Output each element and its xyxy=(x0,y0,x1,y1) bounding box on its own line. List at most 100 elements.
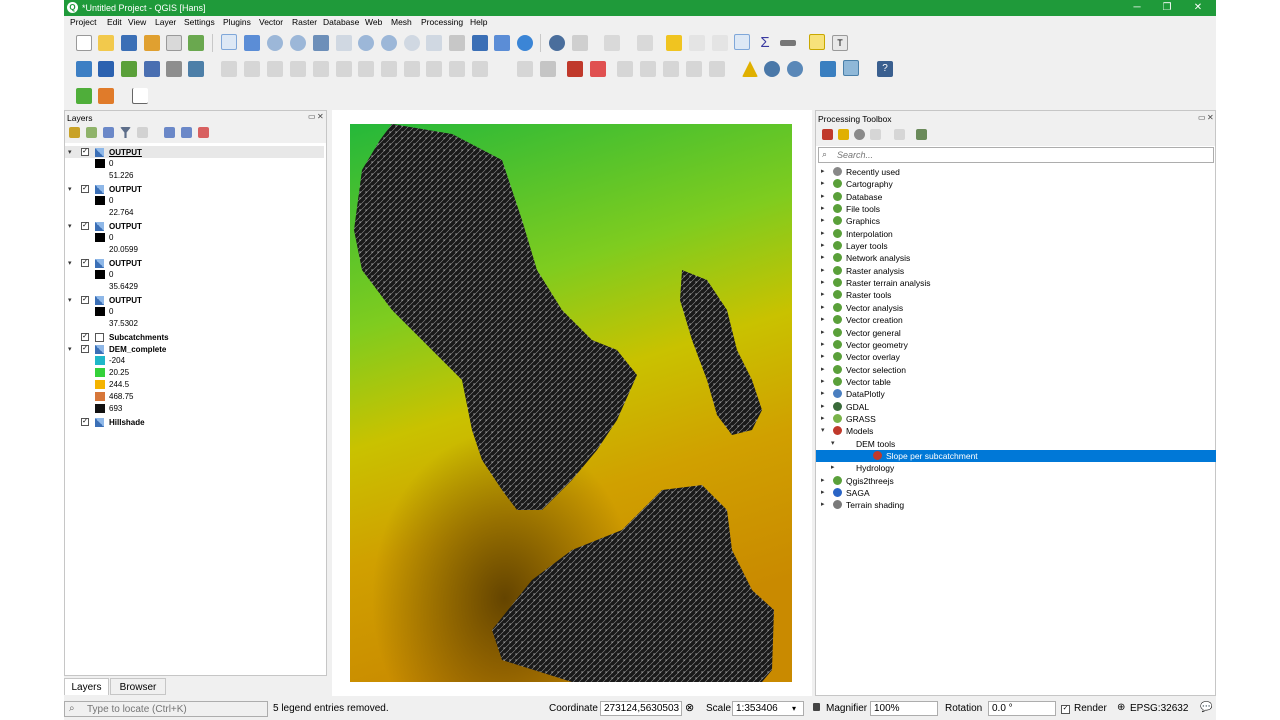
layer-visibility-checkbox[interactable]: ✓ xyxy=(81,222,89,230)
cut-features-icon[interactable] xyxy=(381,61,397,77)
magnifier-spinbox[interactable]: 100% xyxy=(870,701,938,716)
toolbox-provider-item[interactable]: ▸ Interpolation xyxy=(816,228,1216,240)
crs-button[interactable]: EPSG:32632 xyxy=(1130,703,1188,714)
menu-database[interactable]: Database xyxy=(323,17,359,27)
pan-to-selection-icon[interactable] xyxy=(244,35,260,51)
menu-plugins[interactable]: Plugins xyxy=(223,17,251,27)
scripts-menu-icon[interactable] xyxy=(838,129,849,140)
remove-layer-icon[interactable] xyxy=(198,127,209,138)
expand-arrow-icon[interactable]: ▸ xyxy=(821,353,828,360)
data-source-manager-icon[interactable] xyxy=(76,61,92,77)
new-geopackage-layer-icon[interactable] xyxy=(98,61,114,77)
expand-arrow-icon[interactable]: ▸ xyxy=(821,193,828,200)
menu-layer[interactable]: Layer xyxy=(155,17,176,27)
map-tips-icon[interactable] xyxy=(809,34,825,50)
collapse-arrow-icon[interactable]: ▾ xyxy=(68,297,75,304)
coordinate-field[interactable]: 273124,5630503 xyxy=(600,701,682,716)
redo-icon[interactable] xyxy=(472,61,488,77)
zoom-native-icon[interactable] xyxy=(381,35,397,51)
save-edits-icon[interactable] xyxy=(267,61,283,77)
toolbox-group-item[interactable]: ▾ DEM tools xyxy=(816,438,1216,450)
layer-row-output-3[interactable]: ▾ ✓ OUTPUT xyxy=(64,220,324,232)
toolbox-provider-item[interactable]: ▸ Raster tools xyxy=(816,289,1216,301)
collapse-arrow-icon[interactable]: ▾ xyxy=(68,260,75,267)
expand-arrow-icon[interactable]: ▸ xyxy=(821,230,828,237)
results-viewer-icon[interactable] xyxy=(870,129,881,140)
zoom-to-selection-icon[interactable] xyxy=(336,35,352,51)
layer-visibility-checkbox[interactable]: ✓ xyxy=(81,333,89,341)
show-hide-labels-icon[interactable] xyxy=(590,61,606,77)
collapse-arrow-icon[interactable]: ▾ xyxy=(68,346,75,353)
toolbox-provider-item[interactable]: ▸ DataPlotly xyxy=(816,388,1216,400)
menu-mesh[interactable]: Mesh xyxy=(391,17,412,27)
layer-row-output-4[interactable]: ▾ ✓ OUTPUT xyxy=(64,257,324,269)
open-project-icon[interactable] xyxy=(98,35,114,51)
toolbox-provider-item[interactable]: ▸ Raster terrain analysis xyxy=(816,277,1216,289)
toolbox-provider-item[interactable]: ▸ File tools xyxy=(816,203,1216,215)
toolbox-provider-item[interactable]: ▸ Terrain shading xyxy=(816,499,1216,511)
toolbox-provider-item[interactable]: ▸ Vector geometry xyxy=(816,339,1216,351)
run-feature-action-icon[interactable] xyxy=(572,35,588,51)
toolbox-provider-item[interactable]: ▸ Vector creation xyxy=(816,314,1216,326)
menu-settings[interactable]: Settings xyxy=(184,17,215,27)
toolbox-provider-item[interactable]: ▾ Models xyxy=(816,425,1216,437)
processing-toolbox-icon[interactable] xyxy=(734,34,750,50)
edit-features-in-place-icon[interactable] xyxy=(894,129,905,140)
float-panel-icon[interactable]: ▭ xyxy=(1198,113,1206,122)
zoom-last-icon[interactable] xyxy=(404,35,420,51)
menu-help[interactable]: Help xyxy=(470,17,487,27)
add-virtual-layer-icon[interactable] xyxy=(188,61,204,77)
layer-visibility-checkbox[interactable]: ✓ xyxy=(81,418,89,426)
expand-arrow-icon[interactable]: ▸ xyxy=(821,477,828,484)
filter-by-expression-icon[interactable] xyxy=(137,127,148,138)
zoom-out-icon[interactable] xyxy=(290,35,306,51)
toolbox-algorithm-item[interactable]: Slope per subcatchment xyxy=(816,450,1216,462)
toolbox-provider-item[interactable]: ▸ GRASS xyxy=(816,413,1216,425)
tab-layers[interactable]: Layers xyxy=(64,678,109,695)
collapse-arrow-icon[interactable]: ▾ xyxy=(68,186,75,193)
toolbox-provider-item[interactable]: ▸ Database xyxy=(816,191,1216,203)
zoom-next-icon[interactable] xyxy=(426,35,442,51)
save-project-icon[interactable] xyxy=(121,35,137,51)
rotation-spinbox[interactable]: 0.0 ° xyxy=(988,701,1056,716)
expand-arrow-icon[interactable]: ▸ xyxy=(821,304,828,311)
render-checkbox[interactable]: ✓ xyxy=(1061,705,1070,714)
models-menu-icon[interactable] xyxy=(822,129,833,140)
python-console-icon[interactable] xyxy=(820,61,836,77)
filter-legend-icon[interactable] xyxy=(120,127,131,138)
chevron-down-icon[interactable]: ▾ xyxy=(792,704,796,713)
collapse-arrow-icon[interactable]: ▾ xyxy=(68,149,75,156)
expand-arrow-icon[interactable]: ▸ xyxy=(821,242,828,249)
zoom-to-layer-icon[interactable] xyxy=(358,35,374,51)
toolbox-provider-item[interactable]: ▸ Vector analysis xyxy=(816,302,1216,314)
menu-view[interactable]: View xyxy=(128,17,146,27)
new-project-icon[interactable] xyxy=(76,35,92,51)
expand-arrow-icon[interactable]: ▸ xyxy=(821,378,828,385)
menu-processing[interactable]: Processing xyxy=(421,17,463,27)
add-feature-icon[interactable] xyxy=(290,61,306,77)
current-edits-icon[interactable] xyxy=(244,61,260,77)
lock-icon[interactable] xyxy=(813,703,820,711)
menu-raster[interactable]: Raster xyxy=(292,17,317,27)
deselect-features-icon[interactable] xyxy=(666,35,682,51)
menu-project[interactable]: Project xyxy=(70,17,96,27)
menu-edit[interactable]: Edit xyxy=(107,17,122,27)
paste-features-icon[interactable] xyxy=(426,61,442,77)
layer-visibility-checkbox[interactable]: ✓ xyxy=(81,345,89,353)
expand-arrow-icon[interactable]: ▸ xyxy=(821,501,828,508)
layer-visibility-checkbox[interactable]: ✓ xyxy=(81,185,89,193)
expand-arrow-icon[interactable]: ▸ xyxy=(821,291,828,298)
locator-input[interactable] xyxy=(64,701,268,717)
new-bookmark-icon[interactable] xyxy=(472,35,488,51)
expand-arrow-icon[interactable]: ▸ xyxy=(831,464,838,471)
collapse-all-icon[interactable] xyxy=(181,127,192,138)
expand-all-icon[interactable] xyxy=(164,127,175,138)
expand-arrow-icon[interactable]: ▸ xyxy=(821,366,828,373)
collapse-arrow-icon[interactable]: ▾ xyxy=(68,223,75,230)
new-print-layout-icon[interactable] xyxy=(144,35,160,51)
expand-arrow-icon[interactable]: ▸ xyxy=(821,180,828,187)
toolbox-search-input[interactable] xyxy=(818,147,1214,163)
vertex-tool-icon[interactable] xyxy=(313,61,329,77)
history-icon[interactable] xyxy=(854,129,865,140)
processing-history-icon[interactable] xyxy=(76,88,92,104)
